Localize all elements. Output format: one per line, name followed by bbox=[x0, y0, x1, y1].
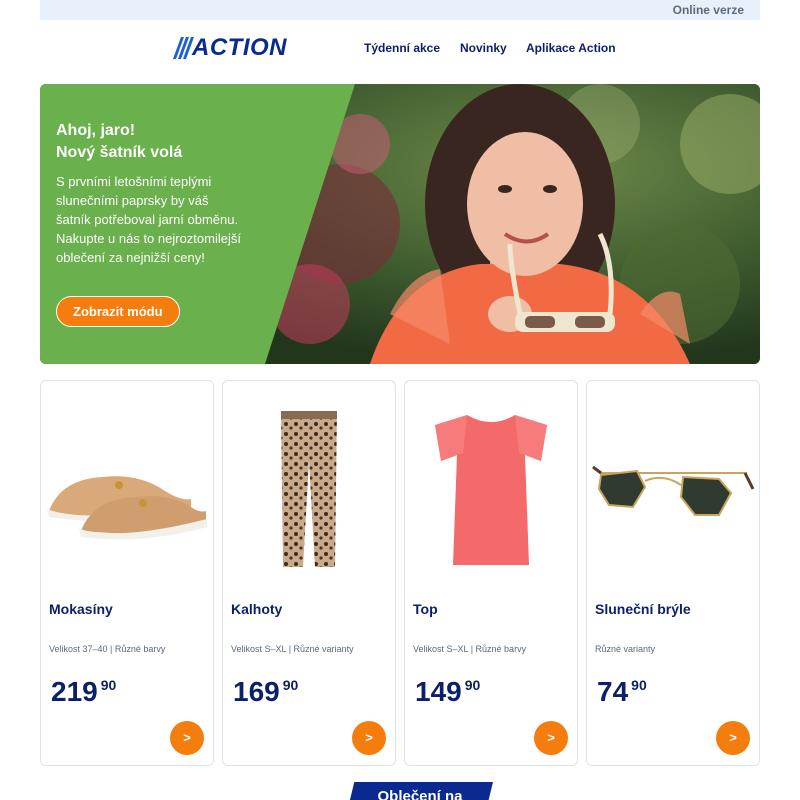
product-price: 149 90 bbox=[415, 677, 480, 707]
product-details: Velikost 37–40 | Různé barvy bbox=[49, 644, 166, 654]
product-details: Velikost S–XL | Různé varianty bbox=[231, 644, 354, 654]
action-logo[interactable]: ACTION bbox=[172, 33, 302, 63]
header: ACTION Týdenní akce Novinky Aplikace Act… bbox=[40, 20, 760, 84]
top-image bbox=[435, 415, 547, 565]
product-price: 169 90 bbox=[233, 677, 298, 707]
chevron-right-icon[interactable]: > bbox=[534, 721, 568, 755]
show-fashion-button[interactable]: Zobrazit módu bbox=[56, 296, 180, 327]
price-decimal: 90 bbox=[631, 677, 647, 693]
hero-banner: Ahoj, jaro! Nový šatník volá S prvními l… bbox=[40, 84, 760, 364]
product-card[interactable]: Mokasíny Velikost 37–40 | Různé barvy 21… bbox=[40, 380, 214, 766]
section-banner-text: Oblečení na bbox=[377, 788, 463, 800]
logo-text: ACTION bbox=[192, 34, 287, 61]
chevron-right-icon[interactable]: > bbox=[170, 721, 204, 755]
nav-weekly-deals[interactable]: Týdenní akce bbox=[364, 41, 440, 55]
product-name: Top bbox=[413, 601, 438, 617]
product-details: Různé varianty bbox=[595, 644, 656, 654]
nav-action-app[interactable]: Aplikace Action bbox=[526, 41, 616, 55]
hero-title-line1: Ahoj, jaro! bbox=[56, 122, 136, 139]
chevron-right-icon[interactable]: > bbox=[352, 721, 386, 755]
product-card[interactable]: Kalhoty Velikost S–XL | Různé varianty 1… bbox=[222, 380, 396, 766]
price-decimal: 90 bbox=[282, 677, 299, 693]
hero-title: Ahoj, jaro! Nový šatník volá bbox=[56, 120, 182, 164]
product-name: Mokasíny bbox=[49, 601, 113, 617]
online-version-link[interactable]: Online verze bbox=[673, 3, 744, 17]
chevron-right-icon[interactable]: > bbox=[716, 721, 750, 755]
top-bar: Online verze bbox=[40, 0, 760, 20]
price-integer: 74 bbox=[597, 676, 629, 707]
price-decimal: 90 bbox=[100, 677, 117, 693]
section-banner: Oblečení na bbox=[347, 782, 493, 800]
hero-description: S prvními letošními teplými slunečními p… bbox=[56, 174, 241, 265]
product-name: Kalhoty bbox=[231, 601, 283, 617]
trousers-image bbox=[281, 411, 337, 567]
hero-title-line2: Nový šatník volá bbox=[56, 144, 183, 161]
price-integer: 149 bbox=[415, 676, 462, 707]
product-card[interactable]: Sluneční brýle Různé varianty 74 90 > bbox=[586, 380, 760, 766]
nav-news[interactable]: Novinky bbox=[460, 41, 507, 55]
logo-slashes-icon bbox=[172, 37, 195, 59]
price-integer: 219 bbox=[51, 676, 98, 707]
product-card[interactable]: Top Velikost S–XL | Různé barvy 149 90 > bbox=[404, 380, 578, 766]
price-decimal: 90 bbox=[464, 677, 481, 693]
loafers-image bbox=[47, 476, 207, 540]
sunglasses-image bbox=[592, 465, 755, 516]
price-integer: 169 bbox=[233, 676, 280, 707]
product-price: 219 90 bbox=[51, 677, 116, 707]
product-price: 74 90 bbox=[597, 677, 647, 707]
product-details: Velikost S–XL | Různé barvy bbox=[413, 644, 527, 654]
product-name: Sluneční brýle bbox=[595, 601, 691, 617]
